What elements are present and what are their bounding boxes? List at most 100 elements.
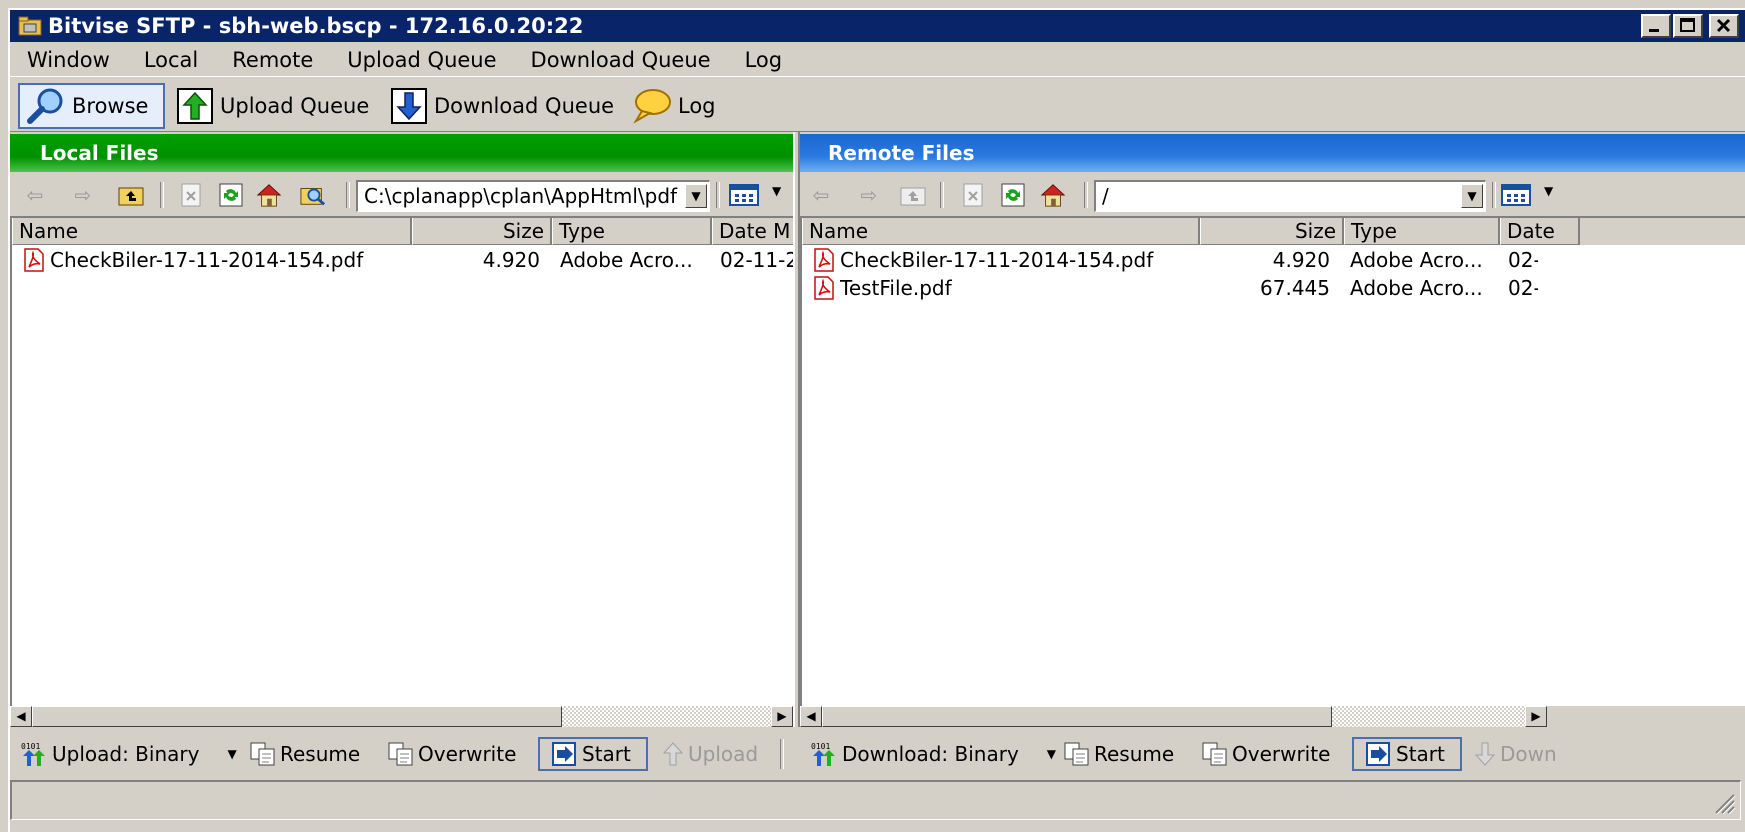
back-arrow-icon[interactable]: ⇦ bbox=[808, 182, 834, 208]
triangle-right-icon: ▶ bbox=[1531, 709, 1541, 723]
remote-horizontal-scrollbar[interactable]: ◀ ▶ bbox=[800, 706, 1745, 727]
log-button[interactable]: Log bbox=[624, 83, 722, 129]
download-overwrite-option[interactable]: Overwrite bbox=[1202, 737, 1330, 771]
upload-mode-select[interactable]: 0101 Upload: Binary ▼ bbox=[20, 737, 237, 771]
local-pane-toolbar: ⇦ ⇨ C:\cplanapp\cplan\AppHtml\pdf ▼ ▼ bbox=[10, 174, 793, 214]
download-label: Down bbox=[1500, 742, 1557, 766]
column-header-type[interactable]: Type bbox=[1344, 218, 1500, 245]
download-queue-button[interactable]: Download Queue bbox=[384, 83, 620, 129]
delete-icon[interactable] bbox=[960, 182, 986, 208]
pdf-file-icon bbox=[814, 248, 834, 272]
local-files-title: Local Files bbox=[40, 141, 159, 165]
view-mode-icon[interactable] bbox=[1500, 182, 1532, 208]
menu-window[interactable]: Window bbox=[10, 48, 127, 72]
scroll-right-button[interactable]: ▶ bbox=[1525, 706, 1547, 727]
resume-copy-icon bbox=[1064, 742, 1089, 766]
remote-file-list[interactable]: Name Size Type Date CheckBiler-17-11-201… bbox=[800, 216, 1745, 706]
upload-queue-button[interactable]: Upload Queue bbox=[170, 83, 375, 129]
column-header-name[interactable]: Name bbox=[12, 218, 412, 245]
binary-upload-icon: 0101 bbox=[21, 742, 45, 766]
speech-bubble-icon bbox=[633, 89, 671, 124]
local-horizontal-scrollbar[interactable]: ◀ ▶ bbox=[10, 706, 793, 727]
magnifier-icon bbox=[27, 88, 63, 124]
forward-arrow-icon[interactable]: ⇨ bbox=[856, 182, 882, 208]
parent-folder-icon[interactable] bbox=[118, 182, 144, 208]
scroll-track[interactable] bbox=[1332, 706, 1525, 727]
column-header-type[interactable]: Type bbox=[552, 218, 712, 245]
find-folder-icon[interactable] bbox=[300, 182, 326, 208]
upload-overwrite-option[interactable]: Overwrite bbox=[388, 737, 516, 771]
pane-splitter[interactable] bbox=[793, 132, 800, 727]
folder-network-icon bbox=[18, 16, 42, 36]
parent-folder-icon[interactable] bbox=[900, 182, 926, 208]
toolbar-separator bbox=[1084, 182, 1088, 208]
file-size: 4.920 bbox=[482, 248, 540, 272]
local-path-dropdown-button[interactable]: ▼ bbox=[685, 184, 707, 208]
menu-download-queue[interactable]: Download Queue bbox=[514, 48, 728, 72]
upload-resume-option[interactable]: Resume bbox=[250, 737, 360, 771]
column-header-date[interactable]: Date M bbox=[712, 218, 793, 245]
menu-local[interactable]: Local bbox=[127, 48, 215, 72]
menu-remote[interactable]: Remote bbox=[215, 48, 330, 72]
remote-path-dropdown-button[interactable]: ▼ bbox=[1461, 184, 1483, 208]
maximize-icon bbox=[1680, 18, 1695, 32]
download-arrow-icon bbox=[391, 88, 427, 124]
title-bar[interactable]: Bitvise SFTP - sbh-web.bscp - 172.16.0.2… bbox=[10, 10, 1745, 42]
home-icon[interactable] bbox=[256, 182, 282, 208]
remote-files-header: Remote Files bbox=[800, 134, 1745, 172]
column-header-size[interactable]: Size bbox=[412, 218, 552, 245]
column-header-size[interactable]: Size bbox=[1200, 218, 1344, 245]
scroll-left-button[interactable]: ◀ bbox=[800, 706, 822, 727]
view-mode-dropdown-icon[interactable]: ▼ bbox=[772, 184, 781, 198]
download-overwrite-label: Overwrite bbox=[1232, 742, 1331, 766]
file-row[interactable]: CheckBiler-17-11-2014-154.pdf 4.920 Adob… bbox=[12, 246, 793, 274]
download-button[interactable]: Down bbox=[1474, 737, 1557, 771]
view-mode-dropdown-icon[interactable]: ▼ bbox=[1544, 184, 1553, 198]
pdf-file-icon bbox=[24, 248, 44, 272]
back-arrow-icon[interactable]: ⇦ bbox=[22, 182, 48, 208]
column-header-name[interactable]: Name bbox=[802, 218, 1200, 245]
download-start-button[interactable]: Start bbox=[1352, 737, 1462, 771]
download-mode-select[interactable]: 0101 Download: Binary ▼ bbox=[810, 737, 1056, 771]
forward-arrow-icon[interactable]: ⇨ bbox=[70, 182, 96, 208]
browse-button[interactable]: Browse bbox=[18, 83, 165, 129]
scroll-thumb[interactable] bbox=[822, 706, 1332, 727]
menu-upload-queue[interactable]: Upload Queue bbox=[330, 48, 513, 72]
scroll-right-button[interactable]: ▶ bbox=[771, 706, 793, 727]
down-arrow-icon bbox=[1474, 742, 1496, 766]
upload-start-button[interactable]: Start bbox=[538, 737, 648, 771]
file-date: 02-1 bbox=[1508, 248, 1538, 272]
remote-files-pane: Remote Files ⇦ ⇨ / ▼ ▼ Name Size Type Da… bbox=[800, 132, 1745, 727]
local-path-input[interactable]: C:\cplanapp\cplan\AppHtml\pdf ▼ bbox=[356, 180, 710, 212]
download-resume-option[interactable]: Resume bbox=[1064, 737, 1174, 771]
app-window: Bitvise SFTP - sbh-web.bscp - 172.16.0.2… bbox=[8, 8, 1745, 832]
file-type: Adobe Acro... bbox=[560, 248, 693, 272]
log-label: Log bbox=[678, 94, 716, 118]
refresh-icon[interactable] bbox=[1000, 182, 1026, 208]
resize-grip-icon[interactable] bbox=[1710, 789, 1736, 815]
close-button[interactable] bbox=[1709, 14, 1739, 38]
file-row[interactable]: CheckBiler-17-11-2014-154.pdf 4.920 Adob… bbox=[802, 246, 1745, 274]
scroll-left-button[interactable]: ◀ bbox=[10, 706, 32, 727]
maximize-button[interactable] bbox=[1673, 14, 1703, 38]
upload-button[interactable]: Upload bbox=[662, 737, 758, 771]
home-icon[interactable] bbox=[1040, 182, 1066, 208]
column-header-date[interactable]: Date bbox=[1500, 218, 1580, 245]
upload-start-label: Start bbox=[582, 742, 631, 766]
chevron-down-icon: ▼ bbox=[1046, 747, 1057, 761]
remote-path-input[interactable]: / ▼ bbox=[1094, 180, 1486, 212]
scroll-thumb[interactable] bbox=[32, 706, 562, 727]
transfer-bar: 0101 Upload: Binary ▼ Resume Overwrite S… bbox=[10, 727, 1745, 777]
menu-log[interactable]: Log bbox=[728, 48, 800, 72]
view-mode-icon[interactable] bbox=[728, 182, 760, 208]
minimize-button[interactable] bbox=[1641, 14, 1671, 38]
file-name: CheckBiler-17-11-2014-154.pdf bbox=[840, 248, 1154, 272]
refresh-icon[interactable] bbox=[218, 182, 244, 208]
file-row[interactable]: TestFile.pdf 67.445 Adobe Acro... 02-1 bbox=[802, 274, 1745, 302]
triangle-right-icon: ▶ bbox=[777, 709, 787, 723]
scroll-track[interactable] bbox=[562, 706, 771, 727]
chevron-down-icon: ▼ bbox=[691, 189, 701, 203]
local-file-list[interactable]: Name Size Type Date M CheckBiler-17-11-2… bbox=[10, 216, 793, 706]
delete-icon[interactable] bbox=[178, 182, 204, 208]
start-transfer-icon bbox=[1366, 742, 1390, 766]
